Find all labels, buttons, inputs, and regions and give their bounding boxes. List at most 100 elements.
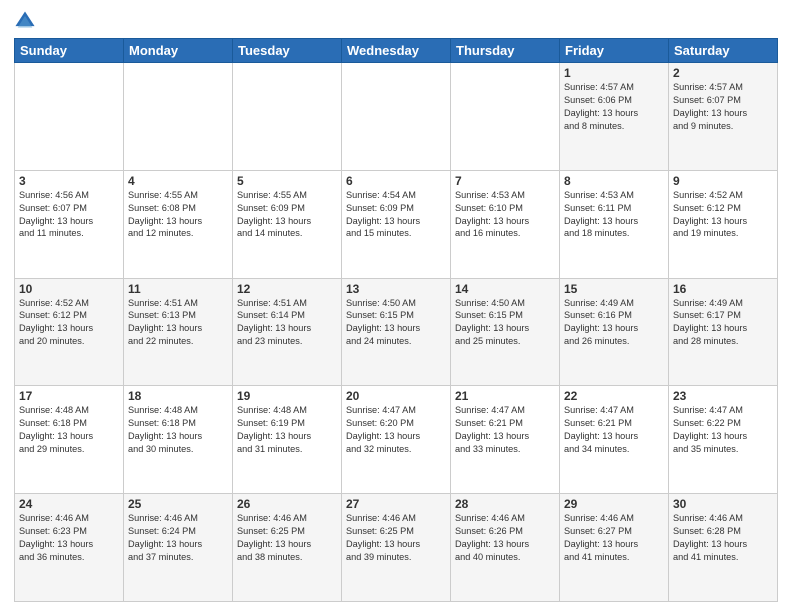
- calendar-cell: 9Sunrise: 4:52 AM Sunset: 6:12 PM Daylig…: [669, 170, 778, 278]
- calendar-cell: 2Sunrise: 4:57 AM Sunset: 6:07 PM Daylig…: [669, 63, 778, 171]
- weekday-header-friday: Friday: [560, 39, 669, 63]
- day-info: Sunrise: 4:50 AM Sunset: 6:15 PM Dayligh…: [346, 297, 446, 349]
- day-number: 24: [19, 497, 119, 511]
- calendar-cell: 21Sunrise: 4:47 AM Sunset: 6:21 PM Dayli…: [451, 386, 560, 494]
- day-info: Sunrise: 4:46 AM Sunset: 6:26 PM Dayligh…: [455, 512, 555, 564]
- calendar-cell: 1Sunrise: 4:57 AM Sunset: 6:06 PM Daylig…: [560, 63, 669, 171]
- calendar-cell: 18Sunrise: 4:48 AM Sunset: 6:18 PM Dayli…: [124, 386, 233, 494]
- calendar-week-4: 17Sunrise: 4:48 AM Sunset: 6:18 PM Dayli…: [15, 386, 778, 494]
- day-number: 4: [128, 174, 228, 188]
- calendar-cell: 6Sunrise: 4:54 AM Sunset: 6:09 PM Daylig…: [342, 170, 451, 278]
- day-number: 11: [128, 282, 228, 296]
- day-number: 25: [128, 497, 228, 511]
- calendar-cell: 28Sunrise: 4:46 AM Sunset: 6:26 PM Dayli…: [451, 494, 560, 602]
- weekday-header-saturday: Saturday: [669, 39, 778, 63]
- calendar-cell: 17Sunrise: 4:48 AM Sunset: 6:18 PM Dayli…: [15, 386, 124, 494]
- day-info: Sunrise: 4:52 AM Sunset: 6:12 PM Dayligh…: [19, 297, 119, 349]
- day-number: 19: [237, 389, 337, 403]
- day-info: Sunrise: 4:55 AM Sunset: 6:09 PM Dayligh…: [237, 189, 337, 241]
- calendar-cell: 25Sunrise: 4:46 AM Sunset: 6:24 PM Dayli…: [124, 494, 233, 602]
- calendar-cell: 7Sunrise: 4:53 AM Sunset: 6:10 PM Daylig…: [451, 170, 560, 278]
- day-number: 6: [346, 174, 446, 188]
- day-number: 20: [346, 389, 446, 403]
- day-number: 21: [455, 389, 555, 403]
- day-number: 8: [564, 174, 664, 188]
- day-info: Sunrise: 4:57 AM Sunset: 6:06 PM Dayligh…: [564, 81, 664, 133]
- calendar-cell: [451, 63, 560, 171]
- calendar-cell: 11Sunrise: 4:51 AM Sunset: 6:13 PM Dayli…: [124, 278, 233, 386]
- day-info: Sunrise: 4:50 AM Sunset: 6:15 PM Dayligh…: [455, 297, 555, 349]
- day-number: 22: [564, 389, 664, 403]
- day-info: Sunrise: 4:46 AM Sunset: 6:23 PM Dayligh…: [19, 512, 119, 564]
- day-number: 1: [564, 66, 664, 80]
- day-info: Sunrise: 4:52 AM Sunset: 6:12 PM Dayligh…: [673, 189, 773, 241]
- calendar-cell: [233, 63, 342, 171]
- calendar-cell: [15, 63, 124, 171]
- calendar-cell: 19Sunrise: 4:48 AM Sunset: 6:19 PM Dayli…: [233, 386, 342, 494]
- day-info: Sunrise: 4:51 AM Sunset: 6:13 PM Dayligh…: [128, 297, 228, 349]
- day-number: 7: [455, 174, 555, 188]
- day-number: 27: [346, 497, 446, 511]
- day-info: Sunrise: 4:51 AM Sunset: 6:14 PM Dayligh…: [237, 297, 337, 349]
- calendar-cell: [124, 63, 233, 171]
- day-number: 2: [673, 66, 773, 80]
- day-number: 3: [19, 174, 119, 188]
- calendar-cell: 8Sunrise: 4:53 AM Sunset: 6:11 PM Daylig…: [560, 170, 669, 278]
- day-info: Sunrise: 4:53 AM Sunset: 6:11 PM Dayligh…: [564, 189, 664, 241]
- day-number: 16: [673, 282, 773, 296]
- calendar-cell: 4Sunrise: 4:55 AM Sunset: 6:08 PM Daylig…: [124, 170, 233, 278]
- day-number: 29: [564, 497, 664, 511]
- day-number: 18: [128, 389, 228, 403]
- day-info: Sunrise: 4:48 AM Sunset: 6:18 PM Dayligh…: [19, 404, 119, 456]
- calendar-cell: 12Sunrise: 4:51 AM Sunset: 6:14 PM Dayli…: [233, 278, 342, 386]
- day-number: 15: [564, 282, 664, 296]
- weekday-header-wednesday: Wednesday: [342, 39, 451, 63]
- logo: [14, 10, 38, 32]
- day-info: Sunrise: 4:57 AM Sunset: 6:07 PM Dayligh…: [673, 81, 773, 133]
- calendar-cell: 23Sunrise: 4:47 AM Sunset: 6:22 PM Dayli…: [669, 386, 778, 494]
- day-number: 14: [455, 282, 555, 296]
- calendar-cell: 15Sunrise: 4:49 AM Sunset: 6:16 PM Dayli…: [560, 278, 669, 386]
- day-info: Sunrise: 4:47 AM Sunset: 6:21 PM Dayligh…: [564, 404, 664, 456]
- day-info: Sunrise: 4:53 AM Sunset: 6:10 PM Dayligh…: [455, 189, 555, 241]
- calendar-cell: 3Sunrise: 4:56 AM Sunset: 6:07 PM Daylig…: [15, 170, 124, 278]
- day-info: Sunrise: 4:46 AM Sunset: 6:28 PM Dayligh…: [673, 512, 773, 564]
- day-number: 13: [346, 282, 446, 296]
- day-number: 26: [237, 497, 337, 511]
- calendar-cell: 10Sunrise: 4:52 AM Sunset: 6:12 PM Dayli…: [15, 278, 124, 386]
- day-number: 9: [673, 174, 773, 188]
- day-info: Sunrise: 4:54 AM Sunset: 6:09 PM Dayligh…: [346, 189, 446, 241]
- calendar-week-3: 10Sunrise: 4:52 AM Sunset: 6:12 PM Dayli…: [15, 278, 778, 386]
- day-info: Sunrise: 4:49 AM Sunset: 6:17 PM Dayligh…: [673, 297, 773, 349]
- day-info: Sunrise: 4:55 AM Sunset: 6:08 PM Dayligh…: [128, 189, 228, 241]
- calendar-header-row: SundayMondayTuesdayWednesdayThursdayFrid…: [15, 39, 778, 63]
- day-number: 30: [673, 497, 773, 511]
- calendar-cell: [342, 63, 451, 171]
- calendar-cell: 26Sunrise: 4:46 AM Sunset: 6:25 PM Dayli…: [233, 494, 342, 602]
- day-number: 5: [237, 174, 337, 188]
- day-number: 12: [237, 282, 337, 296]
- calendar-cell: 30Sunrise: 4:46 AM Sunset: 6:28 PM Dayli…: [669, 494, 778, 602]
- calendar-cell: 14Sunrise: 4:50 AM Sunset: 6:15 PM Dayli…: [451, 278, 560, 386]
- weekday-header-thursday: Thursday: [451, 39, 560, 63]
- calendar-cell: 29Sunrise: 4:46 AM Sunset: 6:27 PM Dayli…: [560, 494, 669, 602]
- day-number: 17: [19, 389, 119, 403]
- day-info: Sunrise: 4:46 AM Sunset: 6:27 PM Dayligh…: [564, 512, 664, 564]
- weekday-header-sunday: Sunday: [15, 39, 124, 63]
- calendar-week-2: 3Sunrise: 4:56 AM Sunset: 6:07 PM Daylig…: [15, 170, 778, 278]
- day-info: Sunrise: 4:47 AM Sunset: 6:22 PM Dayligh…: [673, 404, 773, 456]
- calendar-cell: 16Sunrise: 4:49 AM Sunset: 6:17 PM Dayli…: [669, 278, 778, 386]
- day-info: Sunrise: 4:46 AM Sunset: 6:25 PM Dayligh…: [346, 512, 446, 564]
- day-info: Sunrise: 4:56 AM Sunset: 6:07 PM Dayligh…: [19, 189, 119, 241]
- calendar-cell: 27Sunrise: 4:46 AM Sunset: 6:25 PM Dayli…: [342, 494, 451, 602]
- day-info: Sunrise: 4:47 AM Sunset: 6:21 PM Dayligh…: [455, 404, 555, 456]
- calendar-cell: 22Sunrise: 4:47 AM Sunset: 6:21 PM Dayli…: [560, 386, 669, 494]
- calendar-cell: 24Sunrise: 4:46 AM Sunset: 6:23 PM Dayli…: [15, 494, 124, 602]
- page-header: [14, 10, 778, 32]
- calendar-week-5: 24Sunrise: 4:46 AM Sunset: 6:23 PM Dayli…: [15, 494, 778, 602]
- day-number: 23: [673, 389, 773, 403]
- logo-icon: [14, 10, 36, 32]
- day-info: Sunrise: 4:48 AM Sunset: 6:19 PM Dayligh…: [237, 404, 337, 456]
- calendar-week-1: 1Sunrise: 4:57 AM Sunset: 6:06 PM Daylig…: [15, 63, 778, 171]
- weekday-header-tuesday: Tuesday: [233, 39, 342, 63]
